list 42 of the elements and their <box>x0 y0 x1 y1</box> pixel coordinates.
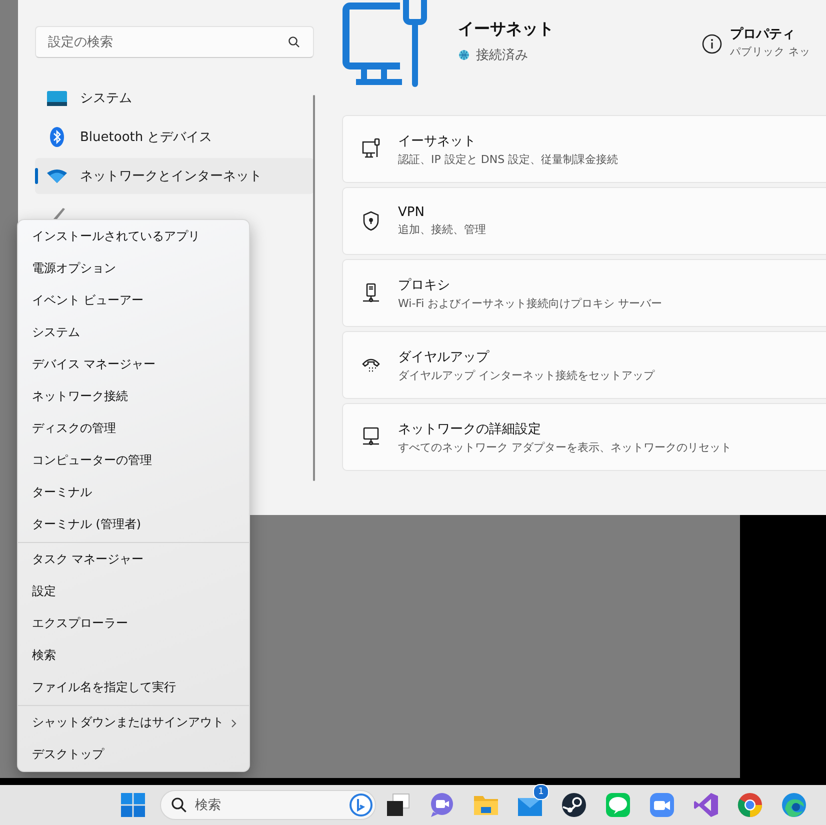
menu-item[interactable]: ディスクの管理 <box>18 413 249 445</box>
connection-title: イーサネット <box>458 19 554 40</box>
menu-item[interactable]: イベント ビューアー <box>18 285 249 317</box>
menu-item[interactable]: インストールされているアプリ <box>18 221 249 253</box>
menu-item[interactable]: デスクトップ <box>18 739 249 771</box>
card-title: ネットワークの詳細設定 <box>398 420 542 438</box>
card-description: Wi-Fi およびイーサネット接続向けプロキシ サーバー <box>398 296 662 310</box>
nav-item[interactable]: ネットワークとインターネット <box>35 158 314 194</box>
nav-item[interactable]: システム <box>35 80 314 116</box>
menu-item[interactable]: ファイル名を指定して実行 <box>18 672 249 704</box>
menu-item[interactable]: ターミナル <box>18 477 249 509</box>
card-title: VPN <box>398 205 426 220</box>
properties-link[interactable]: プロパティ <box>730 25 810 43</box>
settings-card[interactable]: プロキシ Wi-Fi およびイーサネット接続向けプロキシ サーバー <box>342 259 826 327</box>
search-field[interactable]: 設定の検索 <box>35 26 314 58</box>
card-description: 認証、IP 設定と DNS 設定、従量制課金接続 <box>398 152 618 166</box>
card-title: ダイヤルアップ <box>398 348 490 366</box>
menu-item[interactable]: 検索 <box>18 640 249 672</box>
menu-item[interactable]: タスク マネージャー <box>18 544 249 576</box>
settings-card[interactable]: ネットワークの詳細設定 すべてのネットワーク アダプターを表示、ネットワークのリセット <box>342 403 826 471</box>
settings-card[interactable]: ダイヤルアップ ダイヤルアップ インターネット接続をセットアップ <box>342 331 826 399</box>
card-title: プロキシ <box>398 276 451 294</box>
settings-card[interactable]: VPN 追加、接続、管理 <box>342 187 826 255</box>
menu-item[interactable]: ネットワーク接続 <box>18 381 249 413</box>
card-description: ダイヤルアップ インターネット接続をセットアップ <box>398 368 654 382</box>
settings-card[interactable]: イーサネット 認証、IP 設定と DNS 設定、従量制課金接続 <box>342 115 826 183</box>
card-title: イーサネット <box>398 132 477 150</box>
card-description: すべてのネットワーク アダプターを表示、ネットワークのリセット <box>398 440 732 454</box>
card-description: 追加、接続、管理 <box>398 222 486 237</box>
menu-item[interactable]: シャットダウンまたはサインアウト <box>18 707 249 739</box>
nav-item[interactable]: Bluetooth とデバイス <box>35 119 314 155</box>
menu-item[interactable]: システム <box>18 317 249 349</box>
menu-item[interactable]: 設定 <box>18 576 249 608</box>
menu-item[interactable]: 電源オプション <box>18 253 249 285</box>
menu-item[interactable]: コンピューターの管理 <box>18 445 249 477</box>
notification-badge: 1 <box>533 784 549 800</box>
menu-item[interactable]: ターミナル (管理者) <box>18 509 249 541</box>
menu-item[interactable]: エクスプローラー <box>18 608 249 640</box>
taskbar-search-field[interactable]: 検索 <box>160 790 376 820</box>
menu-item[interactable]: デバイス マネージャー <box>18 349 249 381</box>
network-type: パブリック ネッ <box>730 45 810 59</box>
connection-status: 接続済み <box>476 47 528 64</box>
